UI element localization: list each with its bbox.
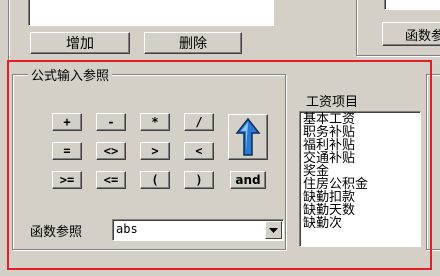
delete-button[interactable]: 删除 (144, 32, 242, 54)
add-button-label: 增加 (66, 36, 94, 52)
function-ref-button[interactable]: 函数参 (382, 22, 440, 46)
top-text-area[interactable] (28, 0, 274, 26)
highlight-frame (7, 60, 432, 270)
left-vertical-line (8, 0, 9, 60)
right-top-field[interactable] (384, 0, 440, 10)
add-button[interactable]: 增加 (30, 32, 130, 54)
function-ref-button-label: 函数参 (405, 28, 440, 44)
delete-button-label: 删除 (179, 36, 207, 52)
